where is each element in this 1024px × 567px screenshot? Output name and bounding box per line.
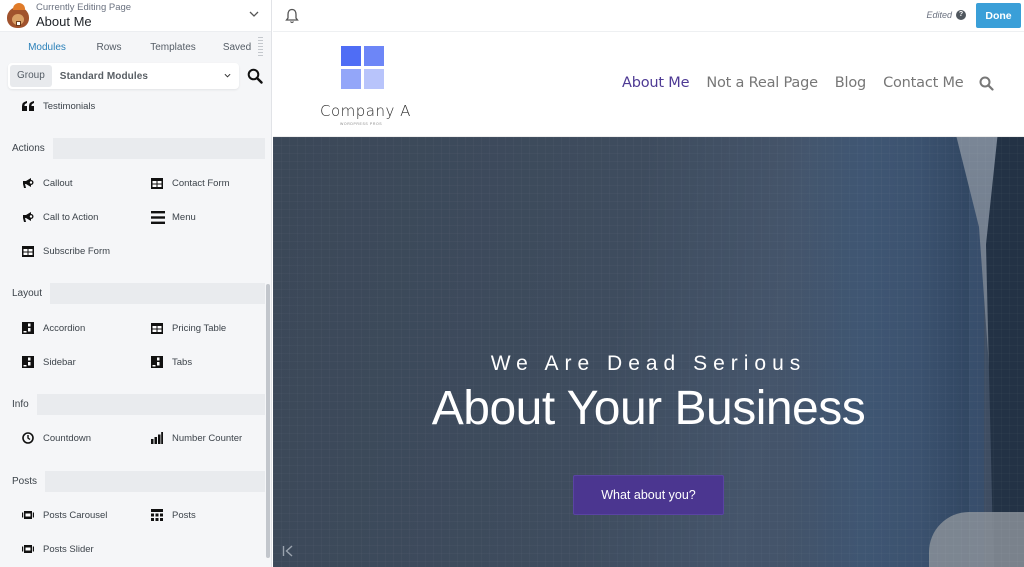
sidebar-header[interactable]: Currently Editing Page About Me xyxy=(0,0,271,32)
bell-icon[interactable] xyxy=(285,8,299,24)
module-accordion[interactable]: Accordion xyxy=(22,319,85,337)
logo-square xyxy=(341,69,361,89)
module-subscribe-form[interactable]: Subscribe Form xyxy=(22,242,110,260)
editing-page-label: Currently Editing Page xyxy=(36,1,132,13)
module-posts[interactable]: Posts xyxy=(151,506,196,524)
tab-rows[interactable]: Rows xyxy=(84,42,134,53)
builder-topbar: Edited ? Done xyxy=(273,0,1024,32)
section-header-actions[interactable]: Actions xyxy=(0,138,265,159)
site-logo[interactable] xyxy=(317,46,417,134)
module-posts-carousel[interactable]: Posts Carousel xyxy=(22,506,107,524)
carousel-icon xyxy=(22,509,34,521)
section-header-layout[interactable]: Layout xyxy=(0,283,265,304)
module-call-to-action[interactable]: Call to Action xyxy=(22,208,98,226)
megaphone-icon xyxy=(22,211,34,223)
carousel-icon xyxy=(22,543,34,555)
site-header: Company A WORDPRESS PROS About Me Not a … xyxy=(273,32,1024,137)
nav-about-me[interactable]: About Me xyxy=(622,75,690,91)
module-countdown[interactable]: Countdown xyxy=(22,429,91,447)
tab-modules[interactable]: Modules xyxy=(14,42,80,53)
edit-status: Edited ? xyxy=(926,10,966,20)
done-button[interactable]: Done xyxy=(976,3,1021,28)
module-callout[interactable]: Callout xyxy=(22,174,73,192)
group-label: Group xyxy=(10,65,52,87)
megaphone-icon xyxy=(22,177,34,189)
group-select[interactable]: Group Standard Modules xyxy=(8,63,239,89)
section-header-posts[interactable]: Posts xyxy=(0,471,265,492)
logo-tagline: WORDPRESS PROS xyxy=(340,122,383,126)
module-menu[interactable]: Menu xyxy=(151,208,196,226)
layout-icon xyxy=(22,356,34,368)
layout-icon xyxy=(151,356,163,368)
module-sidebar: Currently Editing Page About Me Modules … xyxy=(0,0,272,567)
module-testimonials[interactable]: Testimonials xyxy=(22,97,95,115)
module-number-counter[interactable]: Number Counter xyxy=(151,429,242,447)
logo-square xyxy=(364,46,384,66)
table-icon xyxy=(151,177,163,189)
logo-square xyxy=(364,69,384,89)
layout-icon xyxy=(22,322,34,334)
chevron-down-icon[interactable] xyxy=(249,9,259,19)
module-contact-form[interactable]: Contact Form xyxy=(151,174,230,192)
editing-page-title: About Me xyxy=(36,14,92,30)
clock-icon xyxy=(22,432,34,444)
nav-not-a-real-page[interactable]: Not a Real Page xyxy=(706,75,818,91)
sidebar-scrollbar[interactable] xyxy=(266,284,270,558)
menu-icon xyxy=(151,210,165,224)
beaver-builder-logo-icon xyxy=(4,2,32,30)
module-posts-slider[interactable]: Posts Slider xyxy=(22,540,94,558)
hero-cta-button[interactable]: What about you? xyxy=(573,475,724,515)
sidebar-tabs: Modules Rows Templates Saved xyxy=(0,32,271,62)
group-value: Standard Modules xyxy=(59,70,149,82)
quote-icon xyxy=(22,100,34,112)
module-tabs[interactable]: Tabs xyxy=(151,353,192,371)
bar-chart-icon xyxy=(151,432,163,444)
tab-saved[interactable]: Saved xyxy=(212,42,262,53)
search-icon[interactable] xyxy=(247,68,263,84)
hero-subtitle: We Are Dead Serious xyxy=(490,352,807,375)
main-nav: About Me Not a Real Page Blog Contact Me xyxy=(622,75,994,91)
help-icon[interactable]: ? xyxy=(956,10,966,20)
nav-blog[interactable]: Blog xyxy=(835,75,866,91)
table-icon xyxy=(151,322,163,334)
logo-name: Company A xyxy=(320,102,411,120)
nav-contact-me[interactable]: Contact Me xyxy=(883,75,964,91)
collapse-sidebar-icon[interactable] xyxy=(282,545,294,557)
module-pricing-table[interactable]: Pricing Table xyxy=(151,319,226,337)
logo-square xyxy=(341,46,361,66)
module-sidebar[interactable]: Sidebar xyxy=(22,353,76,371)
table-icon xyxy=(22,245,34,257)
posts-grid-icon xyxy=(151,509,163,521)
hero-section: We Are Dead Serious About Your Business … xyxy=(273,137,1024,567)
section-header-info[interactable]: Info xyxy=(0,394,265,415)
search-icon[interactable] xyxy=(979,76,994,91)
hero-title: About Your Business xyxy=(431,382,866,435)
drag-handle[interactable] xyxy=(258,37,263,57)
chevron-down-icon xyxy=(224,73,231,78)
tab-templates[interactable]: Templates xyxy=(140,42,206,53)
